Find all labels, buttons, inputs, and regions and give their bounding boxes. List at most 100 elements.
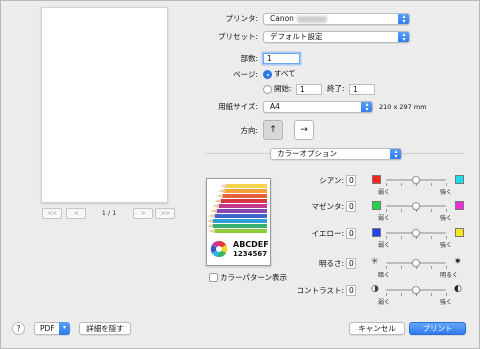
color-adjust-value-field[interactable]: 0 xyxy=(346,285,356,296)
printer-value: Canon xyxy=(270,14,294,23)
panel-popup[interactable]: カラーオプション ▴ ▾ xyxy=(270,148,402,160)
hide-details-button[interactable]: 詳細を隠す xyxy=(79,322,131,335)
slider-tick xyxy=(446,266,447,269)
slider-low-label: 弱く xyxy=(378,189,391,196)
slider-high-label: 強く xyxy=(440,215,453,222)
sun-dim-icon: ✳ xyxy=(371,257,379,267)
page-counter: 1 / 1 xyxy=(101,209,117,217)
slider-tick xyxy=(386,209,387,212)
pages-all-radio[interactable] xyxy=(263,70,272,79)
copies-field[interactable]: 1 xyxy=(263,53,300,64)
slider-low-label: 弱く xyxy=(378,242,391,249)
slider-tick xyxy=(401,293,402,296)
sample-text-numbers: 1234567 xyxy=(233,250,268,258)
previous-page-button[interactable]: < xyxy=(66,208,86,219)
color-adjust-value-field[interactable]: 0 xyxy=(346,258,356,269)
page-preview xyxy=(41,7,168,203)
sun-bright-icon: ✷ xyxy=(454,257,462,267)
paper-size-label: 用紙サイズ: xyxy=(218,102,258,111)
color-adjust-label: コントラスト: xyxy=(296,286,344,295)
slider-tick xyxy=(431,266,432,269)
copies-label: 部数: xyxy=(240,54,258,63)
popup-arrows-icon: ▴ ▾ xyxy=(390,149,401,159)
slider-low-label: 暗く xyxy=(378,272,391,279)
slider-tick xyxy=(401,209,402,212)
color-adjust-label: シアン: xyxy=(319,176,344,185)
popup-arrows-icon: ▴ ▾ xyxy=(398,14,409,24)
low-color-swatch xyxy=(372,201,381,210)
high-color-swatch xyxy=(455,228,464,237)
slider-tick xyxy=(401,266,402,269)
popup-arrows-icon: ▴ ▾ xyxy=(361,102,372,112)
slider-knob[interactable] xyxy=(412,176,420,184)
slider-tick xyxy=(386,183,387,186)
slider-tick xyxy=(446,236,447,239)
slider-knob[interactable] xyxy=(412,286,420,294)
contrast-high-icon: ◐ xyxy=(454,284,462,294)
sample-text-letters: ABCDEF xyxy=(233,240,269,249)
landscape-orientation-button[interactable]: → xyxy=(294,120,314,140)
high-color-swatch xyxy=(455,201,464,210)
panel-popup-value: カラーオプション xyxy=(277,149,337,158)
slider-high-label: 明るく xyxy=(440,272,459,279)
slider-low-label: 弱く xyxy=(378,299,391,306)
landscape-person-icon: → xyxy=(300,125,308,135)
slider-tick xyxy=(431,236,432,239)
paper-dimensions: 210 x 297 mm xyxy=(379,103,427,111)
last-page-button[interactable]: >> xyxy=(155,208,175,219)
printer-label: プリンタ: xyxy=(225,14,258,23)
help-button[interactable]: ? xyxy=(12,322,25,335)
orientation-label: 方向: xyxy=(240,126,258,135)
color-adjust-value-field[interactable]: 0 xyxy=(346,175,356,186)
next-page-button[interactable]: > xyxy=(133,208,153,219)
color-adjust-value-field[interactable]: 0 xyxy=(346,228,356,239)
chevron-down-icon: ▾ xyxy=(59,322,70,335)
color-adjust-label: イエロー: xyxy=(311,229,344,238)
pages-all-label: すべて xyxy=(274,69,296,78)
pages-to-field[interactable]: 1 xyxy=(349,84,375,95)
low-color-swatch xyxy=(372,228,381,237)
slider-high-label: 強く xyxy=(440,242,453,249)
slider-tick xyxy=(386,293,387,296)
slider-knob[interactable] xyxy=(412,259,420,267)
first-page-button[interactable]: << xyxy=(42,208,62,219)
slider-low-label: 弱く xyxy=(378,215,391,222)
pages-to-label: 終了: xyxy=(327,84,345,93)
paper-size-value: A4 xyxy=(270,102,280,111)
color-pattern-checkbox[interactable] xyxy=(209,273,218,282)
print-button[interactable]: プリント xyxy=(409,322,466,335)
slider-tick xyxy=(401,236,402,239)
preset-value: デフォルト設定 xyxy=(270,32,323,41)
high-color-swatch xyxy=(455,175,464,184)
color-adjust-value-field[interactable]: 0 xyxy=(346,201,356,212)
color-sample-image: ABCDEF 1234567 xyxy=(206,178,271,266)
slider-high-label: 強く xyxy=(440,189,453,196)
pages-from-label: 開始: xyxy=(274,84,292,93)
slider-knob[interactable] xyxy=(412,202,420,210)
paper-size-popup[interactable]: A4 ▴ ▾ xyxy=(263,101,373,113)
slider-tick xyxy=(446,293,447,296)
pages-from-field[interactable]: 1 xyxy=(296,84,322,95)
pdf-label: PDF xyxy=(40,324,55,333)
preset-label: プリセット: xyxy=(217,32,258,41)
slider-tick xyxy=(431,209,432,212)
slider-tick xyxy=(386,236,387,239)
pages-range-radio[interactable] xyxy=(263,85,272,94)
divider-right xyxy=(402,153,464,154)
popup-arrows-icon: ▴ ▾ xyxy=(398,32,409,42)
color-adjust-label: 明るさ: xyxy=(318,259,344,268)
low-color-swatch xyxy=(372,175,381,184)
color-adjust-label: マゼンタ: xyxy=(311,202,344,211)
printer-popup[interactable]: Canon ▴ ▾ xyxy=(263,13,410,25)
slider-knob[interactable] xyxy=(412,229,420,237)
color-pattern-label: カラーパターン表示 xyxy=(220,273,288,282)
cancel-button[interactable]: キャンセル xyxy=(349,322,405,335)
pdf-menu-button[interactable]: PDF ▾ xyxy=(34,322,70,335)
slider-high-label: 強く xyxy=(440,299,453,306)
portrait-orientation-button[interactable]: ↑ xyxy=(263,120,283,140)
slider-tick xyxy=(446,209,447,212)
slider-tick xyxy=(431,293,432,296)
slider-tick xyxy=(386,266,387,269)
preset-popup[interactable]: デフォルト設定 ▴ ▾ xyxy=(263,31,410,43)
printer-model-redacted xyxy=(296,15,327,23)
